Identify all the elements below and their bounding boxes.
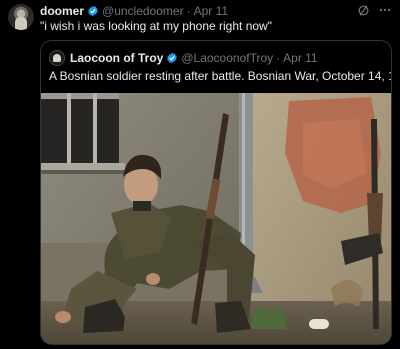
avatar[interactable] bbox=[8, 4, 34, 30]
grok-icon[interactable] bbox=[356, 3, 370, 17]
quoted-date[interactable]: Apr 11 bbox=[283, 51, 317, 65]
tweet-header: doomer @uncledoomer · Apr 11 bbox=[40, 3, 228, 19]
quoted-photo[interactable] bbox=[41, 93, 391, 344]
quoted-handle[interactable]: @LaocoonofTroy bbox=[181, 51, 273, 65]
separator-dot: · bbox=[276, 51, 281, 65]
separator-dot: · bbox=[186, 4, 191, 18]
verified-badge-icon bbox=[88, 5, 98, 17]
quoted-avatar[interactable] bbox=[49, 50, 65, 66]
author-handle[interactable]: @uncledoomer bbox=[102, 4, 184, 18]
quoted-header: Laocoon of Troy @LaocoonofTroy · Apr 11 bbox=[49, 50, 318, 66]
quoted-text: A Bosnian soldier resting after battle. … bbox=[49, 69, 392, 83]
tweet-text: "i wish i was looking at my phone right … bbox=[40, 19, 272, 33]
quoted-tweet[interactable]: Laocoon of Troy @LaocoonofTroy · Apr 11 … bbox=[40, 40, 392, 345]
tweet-date[interactable]: Apr 11 bbox=[194, 4, 228, 18]
photo-illustration bbox=[41, 93, 391, 344]
tweet[interactable]: doomer @uncledoomer · Apr 11 "i wish i w… bbox=[0, 0, 400, 349]
tweet-actions-top bbox=[356, 3, 392, 17]
author-name[interactable]: doomer bbox=[40, 4, 84, 18]
verified-badge-icon bbox=[167, 52, 178, 64]
more-icon[interactable] bbox=[378, 3, 392, 17]
quoted-author-name[interactable]: Laocoon of Troy bbox=[70, 51, 163, 65]
